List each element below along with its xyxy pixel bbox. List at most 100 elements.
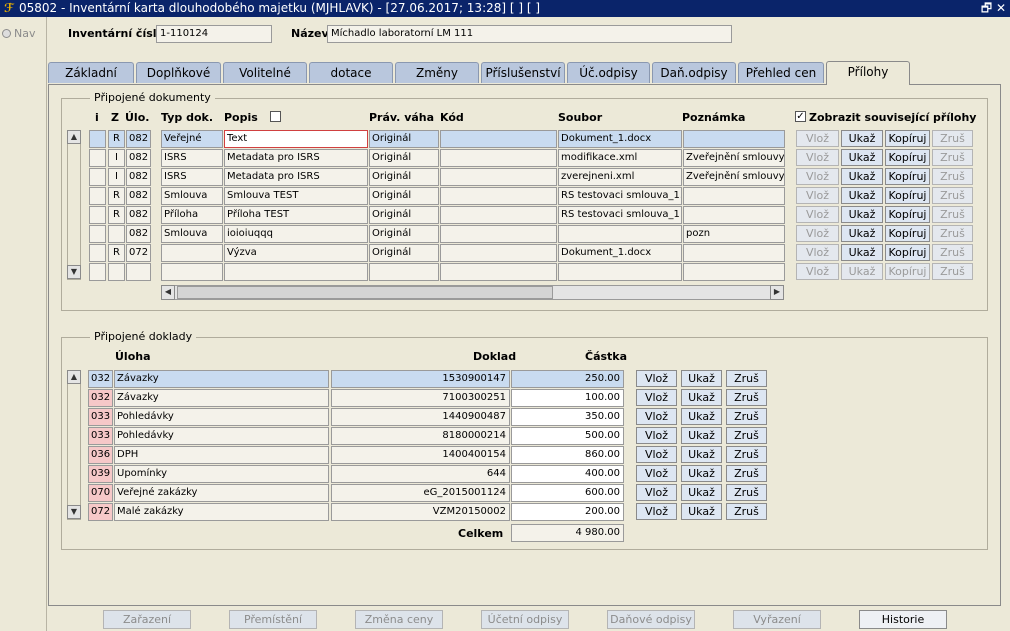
record-castka-cell[interactable]: 600.00	[511, 484, 624, 502]
table-cell-ulo[interactable]: 082	[126, 206, 151, 224]
record-doklad-cell[interactable]: 644	[331, 465, 510, 483]
table-cell-soubor[interactable]: RS testovaci smlouva_1	[558, 206, 682, 224]
table-cell-i[interactable]	[89, 244, 106, 262]
zrus-button[interactable]: Zruš	[726, 484, 767, 501]
record-name-cell[interactable]: Upomínky	[114, 465, 329, 483]
window-controls[interactable]: 🗗 ✕	[981, 0, 1006, 17]
table-cell-prav[interactable]: Originál	[369, 149, 439, 167]
record-doklad-cell[interactable]: 7100300251	[331, 389, 510, 407]
ucetni-odpisy-button[interactable]: Účetní odpisy	[481, 610, 569, 629]
table-cell-poznamka[interactable]	[683, 206, 785, 224]
documents-vscroll[interactable]	[67, 130, 81, 280]
table-cell-ulo[interactable]: 082	[126, 168, 151, 186]
table-cell-kod[interactable]	[440, 244, 557, 262]
zrus-button[interactable]: Zruš	[932, 168, 973, 185]
table-cell-kod[interactable]	[440, 206, 557, 224]
kopiruj-button[interactable]: Kopíruj	[885, 130, 930, 147]
table-cell-popis[interactable]: Metadata pro ISRS	[224, 168, 368, 186]
ukaz-button[interactable]: Ukaž	[841, 149, 883, 166]
table-cell-z[interactable]	[108, 263, 125, 281]
vloz-button[interactable]: Vlož	[796, 168, 839, 185]
record-code-cell[interactable]: 032	[88, 370, 113, 388]
record-code-cell[interactable]: 070	[88, 484, 113, 502]
zrus-button[interactable]: Zruš	[932, 130, 973, 147]
zrus-button[interactable]: Zruš	[932, 225, 973, 242]
documents-hscroll-thumb[interactable]	[177, 286, 553, 299]
tab-doplnkove[interactable]: Doplňkové	[136, 62, 221, 83]
record-doklad-cell[interactable]: 8180000214	[331, 427, 510, 445]
vloz-button[interactable]: Vlož	[796, 187, 839, 204]
tab-volitelne[interactable]: Volitelné	[223, 62, 307, 83]
scroll-right-icon[interactable]: ▶	[770, 285, 784, 300]
scroll-down-icon[interactable]: ▼	[67, 505, 81, 519]
tab-zmeny[interactable]: Změny	[395, 62, 479, 83]
table-cell-poznamka[interactable]	[683, 187, 785, 205]
table-cell-typ[interactable]: Smlouva	[161, 225, 223, 243]
table-cell-z[interactable]: R	[108, 244, 125, 262]
table-cell-ulo[interactable]: 082	[126, 130, 151, 148]
record-name-cell[interactable]: DPH	[114, 446, 329, 464]
table-cell-popis[interactable]: Metadata pro ISRS	[224, 149, 368, 167]
table-cell-i[interactable]	[89, 206, 106, 224]
zarazeni-button[interactable]: Zařazení	[103, 610, 191, 629]
table-cell-typ[interactable]: ISRS	[161, 149, 223, 167]
ukaz-button[interactable]: Ukaž	[681, 389, 722, 406]
tab-zakladni[interactable]: Základní	[48, 62, 134, 83]
kopiruj-button[interactable]: Kopíruj	[885, 263, 930, 280]
table-cell-popis[interactable]	[224, 263, 368, 281]
table-cell-i[interactable]	[89, 130, 106, 148]
table-cell-prav[interactable]: Originál	[369, 130, 439, 148]
ukaz-button[interactable]: Ukaž	[681, 503, 722, 520]
record-doklad-cell[interactable]: eG_2015001124	[331, 484, 510, 502]
table-cell-poznamka[interactable]: pozn	[683, 225, 785, 243]
zrus-button[interactable]: Zruš	[726, 389, 767, 406]
record-name-cell[interactable]: Pohledávky	[114, 427, 329, 445]
record-name-cell[interactable]: Malé zakázky	[114, 503, 329, 521]
table-cell-i[interactable]	[89, 225, 106, 243]
table-cell-z[interactable]: R	[108, 187, 125, 205]
table-cell-soubor[interactable]	[558, 225, 682, 243]
table-cell-typ[interactable]	[161, 263, 223, 281]
historie-button[interactable]: Historie	[859, 610, 947, 629]
table-cell-poznamka[interactable]	[683, 130, 785, 148]
premisteni-button[interactable]: Přemístění	[229, 610, 317, 629]
table-cell-ulo[interactable]	[126, 263, 151, 281]
ukaz-button[interactable]: Ukaž	[681, 465, 722, 482]
scroll-up-icon[interactable]: ▲	[67, 370, 81, 384]
vloz-button[interactable]: Vlož	[636, 389, 677, 406]
table-cell-poznamka[interactable]	[683, 263, 785, 281]
zrus-button[interactable]: Zruš	[726, 465, 767, 482]
zrus-button[interactable]: Zruš	[726, 503, 767, 520]
record-castka-cell[interactable]: 400.00	[511, 465, 624, 483]
table-cell-i[interactable]	[89, 263, 106, 281]
danove-odpisy-button[interactable]: Daňové odpisy	[607, 610, 695, 629]
zrus-button[interactable]: Zruš	[726, 370, 767, 387]
table-cell-popis[interactable]: Text	[224, 130, 368, 148]
ukaz-button[interactable]: Ukaž	[841, 244, 883, 261]
table-cell-prav[interactable]: Originál	[369, 187, 439, 205]
tab-prislusenstvi[interactable]: Příslušenství	[481, 62, 565, 83]
record-doklad-cell[interactable]: VZM20150002	[331, 503, 510, 521]
table-cell-soubor[interactable]	[558, 263, 682, 281]
record-castka-cell[interactable]: 500.00	[511, 427, 624, 445]
zrus-button[interactable]: Zruš	[726, 427, 767, 444]
ukaz-button[interactable]: Ukaž	[681, 427, 722, 444]
ukaz-button[interactable]: Ukaž	[841, 130, 883, 147]
zrus-button[interactable]: Zruš	[932, 244, 973, 261]
table-cell-i[interactable]	[89, 187, 106, 205]
record-code-cell[interactable]: 033	[88, 427, 113, 445]
table-cell-soubor[interactable]: Dokument_1.docx	[558, 244, 682, 262]
table-cell-poznamka[interactable]: Zveřejnění smlouvy v	[683, 168, 785, 186]
table-cell-soubor[interactable]: zverejneni.xml	[558, 168, 682, 186]
table-cell-typ[interactable]	[161, 244, 223, 262]
table-cell-kod[interactable]	[440, 149, 557, 167]
ukaz-button[interactable]: Ukaž	[841, 263, 883, 280]
vloz-button[interactable]: Vlož	[796, 225, 839, 242]
vloz-button[interactable]: Vlož	[636, 427, 677, 444]
zrus-button[interactable]: Zruš	[932, 149, 973, 166]
vloz-button[interactable]: Vlož	[796, 244, 839, 261]
vloz-button[interactable]: Vlož	[796, 130, 839, 147]
tab-prehled-cen[interactable]: Přehled cen	[738, 62, 824, 83]
inventory-number-field[interactable]: 1-110124	[156, 25, 272, 43]
record-code-cell[interactable]: 032	[88, 389, 113, 407]
